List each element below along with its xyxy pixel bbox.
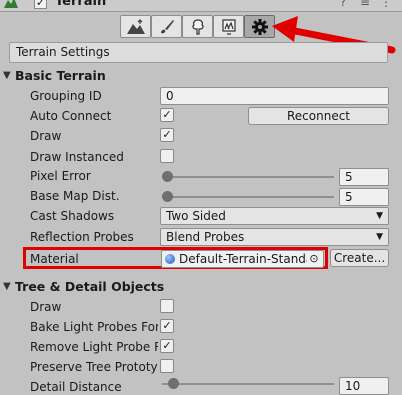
grouping-id-input[interactable]: 0: [160, 87, 389, 105]
basic-terrain-foldout-icon[interactable]: ▼: [3, 70, 11, 81]
cast-shadows-dropdown[interactable]: Two Sided ▼: [160, 207, 389, 225]
paint-brush-icon: [160, 19, 174, 33]
gear-icon: [251, 18, 268, 35]
terrain-settings-title: Terrain Settings: [9, 42, 388, 63]
auto-connect-label: Auto Connect: [30, 109, 112, 123]
paint-texture-button[interactable]: [151, 15, 182, 38]
paint-details-icon: [221, 18, 236, 35]
terrain-icon: [4, 0, 18, 8]
raise-lower-terrain-icon: [126, 18, 145, 34]
dropdown-arrow-icon: ▼: [376, 232, 383, 242]
component-title: Terrain: [55, 0, 107, 9]
help-icon[interactable]: ?: [340, 0, 346, 9]
pixel-error-slider[interactable]: [162, 176, 334, 178]
base-map-dist-input[interactable]: 5: [339, 188, 389, 206]
draw-instanced-label: Draw Instanced: [30, 150, 124, 164]
component-header: ✓ Terrain ? ≡ ⋮: [0, 0, 402, 12]
detail-distance-slider-knob[interactable]: [168, 378, 179, 389]
remove-light-probe-label: Remove Light Probe Ri: [30, 340, 158, 354]
material-sphere-icon: [165, 254, 175, 264]
reconnect-button[interactable]: Reconnect: [248, 107, 389, 125]
reflection-probes-value: Blend Probes: [166, 230, 245, 244]
draw-checkbox[interactable]: ✓: [160, 128, 174, 142]
raise-lower-terrain-button[interactable]: [120, 15, 151, 38]
base-map-dist-label: Base Map Dist.: [30, 189, 120, 203]
preserve-tree-checkbox[interactable]: [160, 359, 174, 373]
create-material-button[interactable]: Create...: [330, 249, 389, 267]
pixel-error-slider-knob[interactable]: [162, 171, 173, 182]
tree-draw-checkbox[interactable]: [160, 299, 174, 313]
object-picker-icon[interactable]: ⊙: [307, 251, 321, 267]
base-map-dist-slider-knob[interactable]: [162, 191, 173, 202]
tree-detail-foldout-icon[interactable]: ▼: [3, 281, 11, 292]
draw-label: Draw: [30, 129, 62, 143]
base-map-dist-slider[interactable]: [162, 196, 334, 198]
bake-light-probes-label: Bake Light Probes For T: [30, 320, 158, 334]
pixel-error-label: Pixel Error: [30, 169, 91, 183]
component-enabled-checkbox[interactable]: ✓: [34, 0, 47, 9]
detail-distance-input[interactable]: 10: [339, 377, 389, 395]
material-object-field[interactable]: Default-Terrain-Standa ⊙: [161, 250, 324, 268]
cast-shadows-value: Two Sided: [166, 209, 226, 223]
dropdown-arrow-icon: ▼: [376, 211, 383, 221]
tree-draw-label: Draw: [30, 300, 62, 314]
draw-instanced-checkbox[interactable]: [160, 149, 174, 163]
material-value: Default-Terrain-Standa: [179, 252, 314, 266]
material-label: Material: [30, 252, 79, 266]
reflection-probes-dropdown[interactable]: Blend Probes ▼: [160, 228, 389, 246]
paint-trees-button[interactable]: [182, 15, 213, 38]
detail-distance-slider[interactable]: [162, 383, 334, 385]
remove-light-probe-checkbox[interactable]: ✓: [160, 339, 174, 353]
detail-distance-label: Detail Distance: [30, 380, 122, 394]
cast-shadows-label: Cast Shadows: [30, 209, 115, 223]
preserve-tree-label: Preserve Tree Prototyp: [30, 360, 158, 374]
tree-detail-header[interactable]: Tree & Detail Objects: [15, 279, 164, 294]
paint-details-button[interactable]: [213, 15, 244, 38]
preset-icon[interactable]: ≡: [360, 0, 370, 9]
pixel-error-input[interactable]: 5: [339, 168, 389, 186]
grouping-id-label: Grouping ID: [30, 89, 102, 103]
auto-connect-checkbox[interactable]: ✓: [160, 108, 174, 122]
bake-light-probes-checkbox[interactable]: ✓: [160, 319, 174, 333]
more-icon[interactable]: ⋮: [380, 0, 392, 9]
paint-trees-icon: [191, 18, 204, 35]
reflection-probes-label: Reflection Probes: [30, 230, 134, 244]
basic-terrain-header[interactable]: Basic Terrain: [15, 68, 106, 83]
